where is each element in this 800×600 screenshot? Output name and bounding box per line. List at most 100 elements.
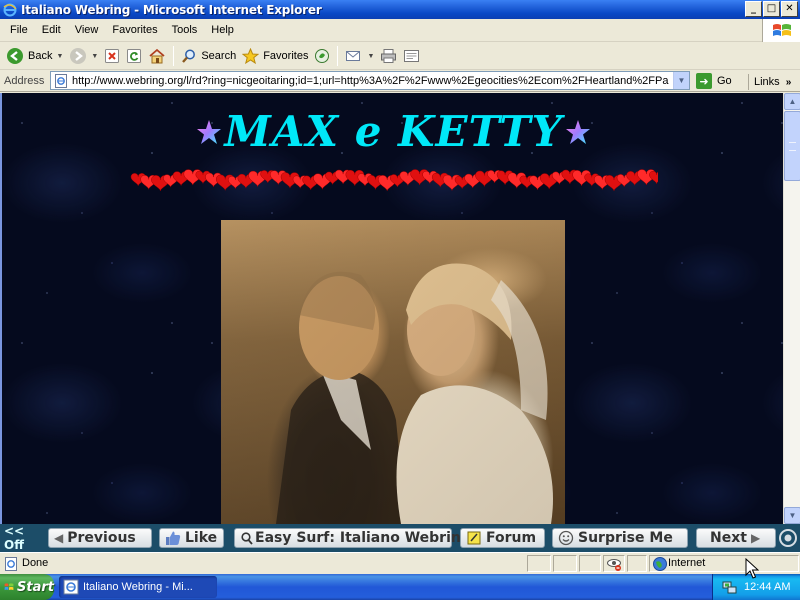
start-button[interactable]: Start [0,574,54,600]
minimize-button[interactable]: _ [745,1,762,17]
heart-icon [649,171,658,184]
page-content: MAX e KETTY [0,93,783,524]
print-button[interactable] [377,45,400,67]
mail-icon [346,51,361,61]
status-pane [579,555,601,572]
couple-silhouette-icon [276,263,553,524]
window-title: Italiano Webring - Microsoft Internet Ex… [21,2,322,17]
mail-button[interactable]: ▼ [342,45,377,67]
webring-like-button[interactable]: Like [159,528,224,548]
refresh-button[interactable] [123,45,145,67]
taskbar: Start Italiano Webring - Mi... 12:44 AM [0,574,800,600]
windows-logo-icon [762,19,800,42]
forum-note-icon [466,530,482,546]
menu-help[interactable]: Help [204,21,241,39]
address-label: Address [4,74,45,87]
windows-flag-icon [4,583,14,591]
webring-forum-button[interactable]: Forum [460,528,545,548]
previous-label: Previous [67,530,136,546]
page-icon [55,73,67,88]
address-bar: Address http://www.webring.org/l/rd?ring… [0,70,800,92]
toolbar-separator [337,46,339,66]
forum-label: Forum [486,530,537,546]
address-url: http://www.webring.org/l/rd?ring=nicgeoi… [72,74,669,87]
start-label: Start [17,579,54,595]
links-button[interactable]: Links » [748,74,791,90]
chevron-right-icon: » [785,76,792,88]
webring-logo-icon[interactable] [777,527,799,549]
webring-surprise-button[interactable]: Surprise Me [552,528,688,548]
scroll-up-arrow-icon[interactable]: ▲ [784,93,800,110]
webring-easysurf-button[interactable]: Easy Surf: Italiano Webring [234,528,471,548]
webring-previous-button[interactable]: ◀ Previous [48,528,152,548]
menu-favorites[interactable]: Favorites [105,21,164,39]
internet-globe-icon [653,557,667,571]
menu-file[interactable]: File [3,21,35,39]
toolbar-separator [173,46,175,66]
network-icon[interactable] [722,579,738,595]
edit-page-icon [404,50,420,62]
status-pane [553,555,577,572]
address-dropdown-icon[interactable]: ▼ [673,72,689,89]
search-icon [182,49,196,63]
refresh-icon [127,49,142,63]
ie-icon [63,579,79,595]
taskbar-ie-window-button[interactable]: Italiano Webring - Mi... [59,576,217,598]
stop-icon [105,49,120,63]
privacy-pane[interactable] [603,555,625,572]
stop-button[interactable] [101,45,123,67]
clock[interactable]: 12:44 AM [744,581,790,593]
back-button[interactable]: Back ▼ [3,45,66,67]
favorites-label: Favorites [263,50,309,62]
edit-button[interactable] [400,45,423,67]
menu-bar: File Edit View Favorites Tools Help [0,19,800,42]
address-input[interactable]: http://www.webring.org/l/rd?ring=nicgeoi… [50,71,690,90]
menu-edit[interactable]: Edit [35,21,68,39]
scroll-down-arrow-icon[interactable]: ▼ [784,507,800,524]
star-icon [565,120,590,144]
ie-icon [2,2,18,18]
page-heading: MAX e KETTY [2,111,783,153]
print-icon [381,49,397,63]
webring-bar: << Off ◀ Previous Like Easy Surf: Italia… [0,524,800,552]
maximize-button[interactable]: □ [763,1,780,17]
wedding-photo [221,220,565,524]
media-button[interactable] [311,45,333,67]
vertical-scrollbar[interactable]: ▲ ▼ [783,93,800,524]
like-label: Like [185,530,218,546]
back-label: Back [28,50,53,62]
scrollbar-thumb[interactable] [784,111,800,181]
toolbar: Back ▼ ▼ Search Favorites ▼ [0,43,800,70]
status-bar: Done Internet [0,552,800,574]
task-label: Italiano Webring - Mi... [83,581,193,593]
close-button[interactable]: ✕ [781,1,798,17]
magnifier-icon [241,531,253,545]
favorites-star-icon [242,48,260,64]
heading-text: MAX e KETTY [224,107,563,156]
search-button[interactable]: Search [178,45,239,67]
star-icon [197,120,222,144]
go-button[interactable]: ➜ Go [696,72,732,90]
forward-button[interactable]: ▼ [66,45,101,67]
smiley-icon [558,530,574,546]
webring-next-button[interactable]: Next ▶ [696,528,776,548]
page-done-icon [5,557,17,571]
back-dropdown-icon[interactable]: ▼ [56,53,63,60]
favorites-button[interactable]: Favorites [239,45,311,67]
home-button[interactable] [145,45,169,67]
search-label: Search [201,50,237,62]
menu-view[interactable]: View [68,21,106,39]
status-text: Done [22,557,49,569]
status-pane [527,555,551,572]
mail-dropdown-icon[interactable]: ▼ [367,53,374,60]
webring-off-link[interactable]: << Off [0,524,46,552]
home-icon [149,48,165,64]
media-icon [315,49,330,63]
forward-dropdown-icon[interactable]: ▼ [91,53,98,60]
go-label: Go [717,75,732,87]
menu-tools[interactable]: Tools [165,21,205,39]
back-arrow-icon [7,48,23,64]
privacy-eye-icon [607,559,621,571]
surprise-label: Surprise Me [578,530,673,546]
thumbs-up-icon [165,530,181,546]
